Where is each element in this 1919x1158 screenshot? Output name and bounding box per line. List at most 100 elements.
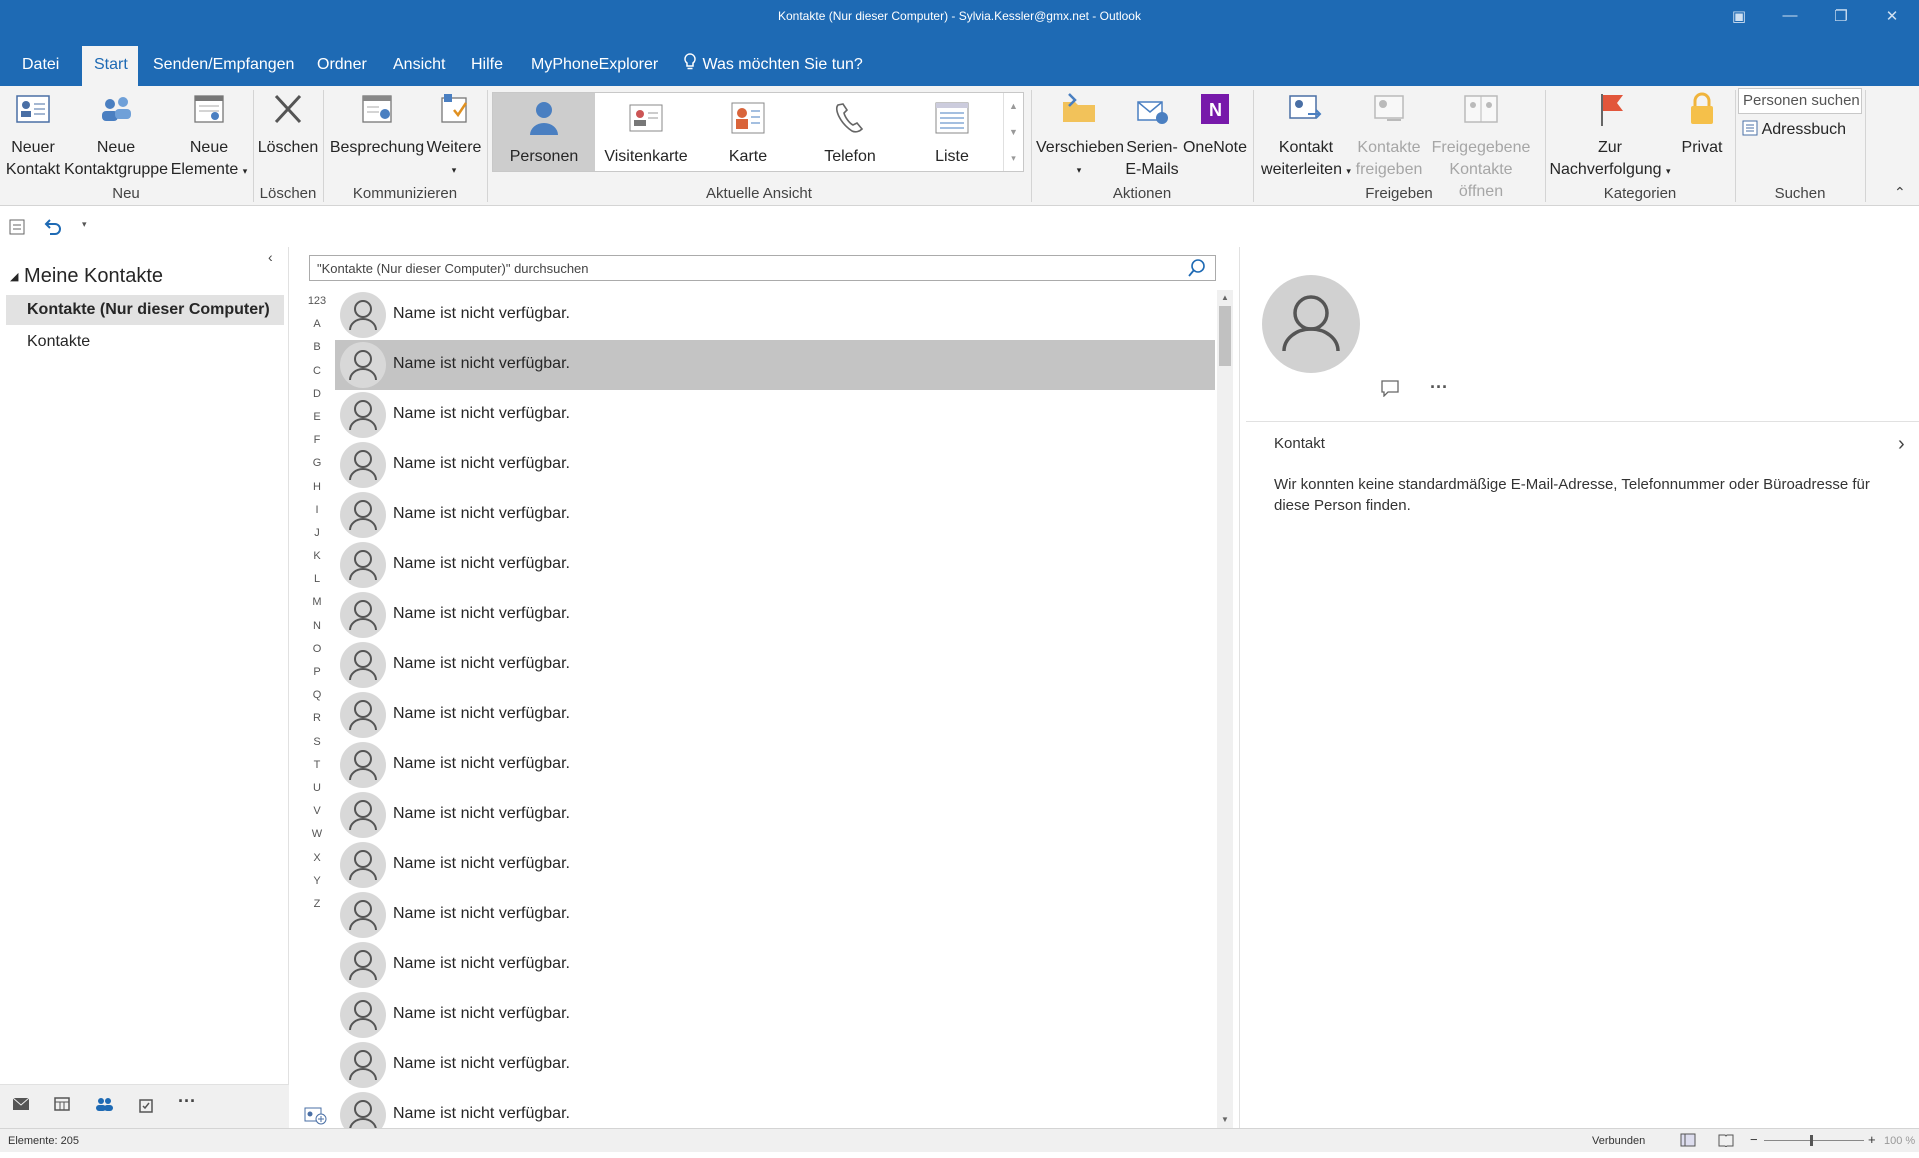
new-contact-button[interactable]: Neuer Kontakt [4,92,62,181]
alphabet-letter[interactable]: F [305,434,329,457]
my-contacts-header[interactable]: ◢ Meine Kontakte [10,265,163,288]
contact-row[interactable]: Name ist nicht verfügbar. [335,790,1215,840]
alphabet-letter[interactable]: G [305,457,329,480]
contact-row[interactable]: Name ist nicht verfügbar. [335,540,1215,590]
expand-triangle-icon[interactable]: ◢ [10,271,18,283]
calendar-icon[interactable] [54,1097,70,1116]
alphabet-letter[interactable]: I [305,504,329,527]
view-telefon[interactable]: Telefon [799,93,901,171]
scroll-down-icon[interactable]: ▼ [1217,1112,1233,1128]
alphabet-letter[interactable]: A [305,318,329,341]
alphabet-letter[interactable]: T [305,759,329,782]
send-receive-icon[interactable] [8,217,28,241]
contact-row[interactable]: Name ist nicht verfügbar. [335,440,1215,490]
restore-icon[interactable]: ❐ [1826,7,1856,29]
meeting-button[interactable]: Besprechung [329,92,425,159]
more-communicate-button[interactable]: Weitere ▾ [426,92,482,181]
address-book-button[interactable]: Adressbuch [1742,120,1846,139]
delete-button[interactable]: Löschen [257,92,319,159]
tab-ordner[interactable]: Ordner [305,46,379,86]
zoom-level[interactable]: 100 % [1884,1135,1915,1147]
gallery-up-icon[interactable]: ▲ [1004,93,1023,119]
contact-row[interactable]: Name ist nicht verfügbar. [335,290,1215,340]
undo-icon[interactable] [42,217,62,241]
ribbon-display-icon[interactable]: ▣ [1724,7,1754,29]
contact-row[interactable]: Name ist nicht verfügbar. [335,590,1215,640]
normal-view-icon[interactable] [1680,1133,1696,1150]
new-items-button[interactable]: Neue Elemente ▾ [170,92,248,182]
alphabet-letter[interactable]: Z [305,898,329,921]
zoom-out-icon[interactable]: − [1750,1132,1758,1147]
zoom-in-icon[interactable]: + [1868,1132,1876,1147]
minimize-icon[interactable]: — [1775,7,1805,29]
alphabet-letter[interactable]: U [305,782,329,805]
contact-row[interactable]: Name ist nicht verfügbar. [335,840,1215,890]
alphabet-letter[interactable]: X [305,852,329,875]
collapse-pane-icon[interactable]: ‹ [268,249,273,265]
more-options-icon[interactable]: ··· [1430,377,1448,398]
alphabet-letter[interactable]: S [305,736,329,759]
zoom-slider-thumb[interactable] [1810,1135,1813,1146]
share-contacts-button[interactable]: Kontakte freigeben [1354,92,1424,181]
contact-row[interactable]: Name ist nicht verfügbar. [335,990,1215,1040]
folder-kontakte-nur-dieser-computer[interactable]: Kontakte (Nur dieser Computer) [6,295,284,325]
chevron-right-icon[interactable]: › [1898,433,1905,456]
new-contact-group-button[interactable]: Neue Kontaktgruppe [63,92,169,181]
follow-up-button[interactable]: Zur Nachverfolgung ▾ [1548,92,1672,182]
view-visitenkarte[interactable]: Visitenkarte [595,93,697,171]
mail-icon[interactable] [12,1097,30,1116]
alphabet-letter[interactable]: J [305,527,329,550]
contact-row[interactable]: Name ist nicht verfügbar. [335,740,1215,790]
people-icon[interactable] [95,1097,113,1116]
gallery-down-icon[interactable]: ▼ [1004,119,1023,145]
alphabet-letter[interactable]: N [305,620,329,643]
list-scrollbar[interactable]: ▲ ▼ [1217,290,1233,1128]
alphabet-letter[interactable]: D [305,388,329,411]
alphabet-letter[interactable]: Y [305,875,329,898]
contact-row[interactable]: Name ist nicht verfügbar. [335,1040,1215,1090]
alphabet-letter[interactable]: P [305,666,329,689]
move-button[interactable]: Verschieben ▾ [1036,92,1124,181]
gallery-more-icon[interactable]: ▾ [1004,145,1023,171]
contact-row[interactable]: Name ist nicht verfügbar. [335,690,1215,740]
alphabet-letter[interactable]: K [305,550,329,573]
tab-datei[interactable]: Datei [10,46,71,86]
alphabet-letter[interactable]: O [305,643,329,666]
alphabet-letter[interactable]: E [305,411,329,434]
reading-view-icon[interactable] [1718,1133,1734,1150]
view-liste[interactable]: Liste [901,93,1003,171]
folder-kontakte[interactable]: Kontakte [6,327,284,357]
alphabet-letter[interactable]: V [305,805,329,828]
contact-row[interactable]: Name ist nicht verfügbar. [335,940,1215,990]
tell-me-box[interactable]: Was möchten Sie tun? [670,46,875,86]
contact-row[interactable]: Name ist nicht verfügbar. [335,390,1215,440]
scroll-thumb[interactable] [1219,306,1231,366]
contact-row[interactable]: Name ist nicht verfügbar. [335,490,1215,540]
contact-search-input[interactable]: "Kontakte (Nur dieser Computer)" durchsu… [309,255,1216,281]
contact-card-view-icon[interactable] [303,1105,327,1129]
forward-contact-button[interactable]: Kontakt weiterleiten ▾ [1258,92,1354,182]
customize-toolbar-icon[interactable]: ▾ [82,219,87,230]
people-search-input[interactable]: Personen suchen [1738,88,1862,114]
tab-senden-empfangen[interactable]: Senden/Empfangen [141,46,306,86]
zoom-slider[interactable] [1764,1140,1864,1141]
alphabet-letter[interactable]: L [305,573,329,596]
tab-hilfe[interactable]: Hilfe [459,46,515,86]
private-button[interactable]: Privat [1672,92,1732,159]
chat-icon[interactable] [1380,379,1400,402]
contact-row[interactable]: Name ist nicht verfügbar. [335,340,1215,390]
alphabet-letter[interactable]: C [305,365,329,388]
tab-ansicht[interactable]: Ansicht [381,46,457,86]
alphabet-letter[interactable]: B [305,341,329,364]
contact-row[interactable]: Name ist nicht verfügbar. [335,890,1215,940]
alphabet-letter[interactable]: 123 [305,295,329,318]
view-karte[interactable]: Karte [697,93,799,171]
alphabet-letter[interactable]: R [305,712,329,735]
alphabet-letter[interactable]: W [305,828,329,851]
mail-merge-button[interactable]: Serien- E-Mails [1122,92,1182,181]
tasks-icon[interactable] [138,1097,154,1118]
search-icon[interactable] [1187,258,1207,281]
alphabet-letter[interactable]: M [305,596,329,619]
scroll-up-icon[interactable]: ▲ [1217,290,1233,306]
view-personen[interactable]: Personen [493,93,595,171]
